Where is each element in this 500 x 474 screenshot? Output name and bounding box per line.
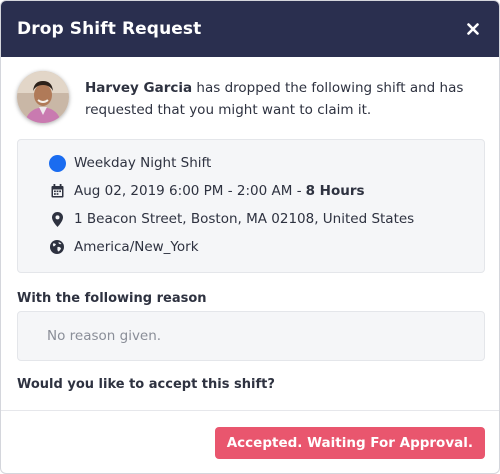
shift-name-row: Weekday Night Shift [48,154,211,172]
request-message: Harvey Garcia has dropped the following … [85,77,483,121]
shift-address: 1 Beacon Street, Boston, MA 02108, Unite… [74,211,415,227]
accepted-waiting-approval-button[interactable]: Accepted. Waiting For Approval. [214,427,485,459]
shift-time: Aug 02, 2019 6:00 PM - 2:00 AM - [74,183,302,199]
shift-color-dot [48,154,66,172]
dialog-title: Drop Shift Request [17,19,202,39]
close-icon[interactable] [463,19,483,39]
shift-timezone-row: America/New_York [48,238,199,256]
dialog-header: Drop Shift Request [1,1,499,57]
calendar-icon [48,182,66,200]
requester-name: Harvey Garcia [85,80,193,96]
drop-shift-dialog: Drop Shift Request Harvey Garcia has dro… [0,0,500,474]
footer-divider [1,410,499,411]
requester-info: Harvey Garcia has dropped the following … [1,57,499,123]
shift-time-row: Aug 02, 2019 6:00 PM - 2:00 AM - 8 Hours [48,182,365,200]
avatar [17,71,69,123]
shift-timezone: America/New_York [74,239,199,255]
shift-details-card: Weekday Night Shift Aug 02, 2019 6:00 PM… [17,139,485,273]
reason-label: With the following reason [17,291,207,306]
accept-question: Would you like to accept this shift? [17,377,275,392]
globe-icon [48,238,66,256]
reason-box: No reason given. [17,311,485,361]
reason-text: No reason given. [47,328,162,344]
shift-duration: 8 Hours [305,183,365,199]
map-pin-icon [48,210,66,228]
shift-address-row: 1 Beacon Street, Boston, MA 02108, Unite… [48,210,414,228]
shift-name: Weekday Night Shift [74,155,212,171]
